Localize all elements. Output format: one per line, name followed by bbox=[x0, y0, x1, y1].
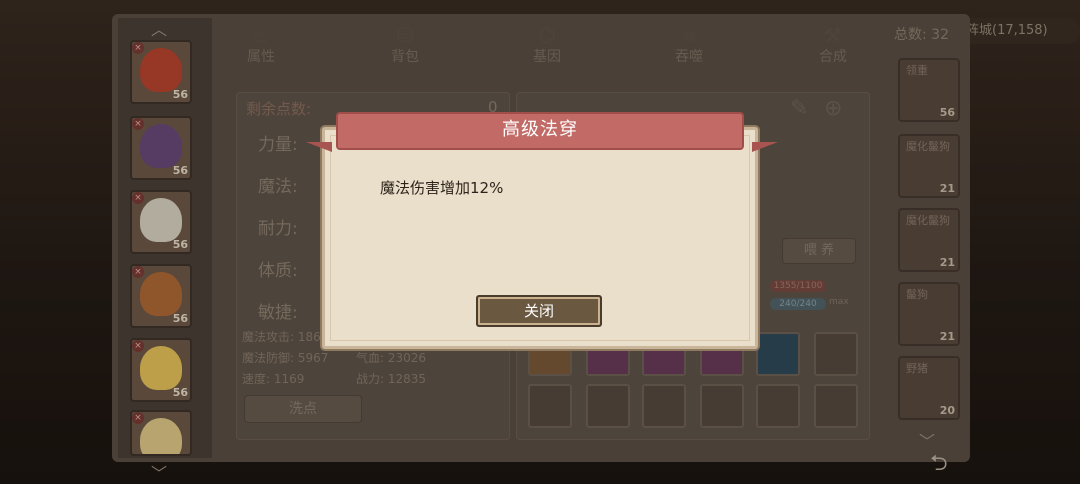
close-button[interactable]: 关闭 bbox=[476, 295, 602, 327]
ribbon-tail-left bbox=[306, 142, 332, 152]
dialog-title: 高级法穿 bbox=[502, 119, 578, 140]
ribbon-tail-right bbox=[752, 142, 778, 152]
dialog-description: 魔法伤害增加12% bbox=[380, 179, 504, 197]
